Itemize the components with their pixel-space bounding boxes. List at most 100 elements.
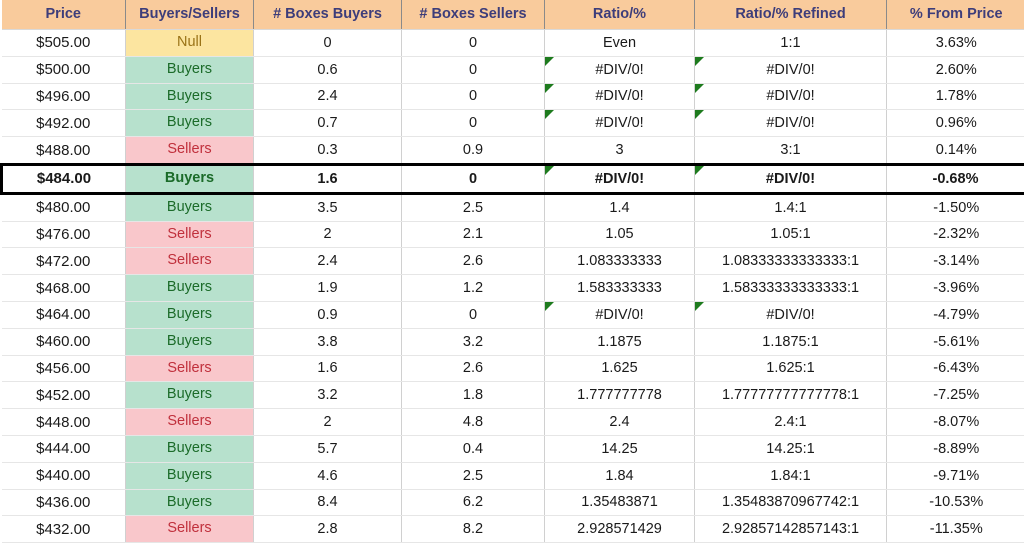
cell-percent-from-price[interactable]: -2.32% <box>887 221 1024 248</box>
cell-ratio-refined[interactable]: 3:1 <box>695 137 887 165</box>
table-row[interactable]: $436.00Buyers8.46.21.354838711.354838709… <box>2 489 1024 516</box>
column-header-ratio[interactable]: Ratio/% <box>545 0 695 30</box>
cell-percent-from-price[interactable]: -8.07% <box>887 409 1024 436</box>
cell-boxes-sellers[interactable]: 2.1 <box>402 221 545 248</box>
cell-price[interactable]: $500.00 <box>2 56 126 83</box>
cell-buyers-sellers[interactable]: Buyers <box>126 193 254 221</box>
cell-price[interactable]: $436.00 <box>2 489 126 516</box>
cell-price[interactable]: $456.00 <box>2 355 126 382</box>
cell-ratio[interactable]: 1.777777778 <box>545 382 695 409</box>
cell-boxes-buyers[interactable]: 2 <box>254 409 402 436</box>
cell-ratio[interactable]: Even <box>545 30 695 57</box>
cell-boxes-sellers[interactable]: 1.2 <box>402 275 545 302</box>
cell-ratio-refined[interactable]: 1.58333333333333:1 <box>695 275 887 302</box>
cell-ratio-refined[interactable]: 1.05:1 <box>695 221 887 248</box>
table-row[interactable]: $468.00Buyers1.91.21.5833333331.58333333… <box>2 275 1024 302</box>
cell-percent-from-price[interactable]: -5.61% <box>887 328 1024 355</box>
cell-buyers-sellers[interactable]: Buyers <box>126 301 254 328</box>
table-row[interactable]: $472.00Sellers2.42.61.0833333331.0833333… <box>2 248 1024 275</box>
cell-ratio-refined[interactable]: 1.1875:1 <box>695 328 887 355</box>
cell-buyers-sellers[interactable]: Buyers <box>126 462 254 489</box>
column-header-buyers-sellers[interactable]: Buyers/Sellers <box>126 0 254 30</box>
table-row[interactable]: $444.00Buyers5.70.414.2514.25:1-8.89% <box>2 435 1024 462</box>
cell-boxes-sellers[interactable]: 0 <box>402 30 545 57</box>
cell-percent-from-price[interactable]: -3.96% <box>887 275 1024 302</box>
cell-ratio[interactable]: 1.625 <box>545 355 695 382</box>
cell-price[interactable]: $468.00 <box>2 275 126 302</box>
cell-price[interactable]: $452.00 <box>2 382 126 409</box>
cell-ratio-refined[interactable]: #DIV/0! <box>695 83 887 110</box>
cell-ratio[interactable]: 1.083333333 <box>545 248 695 275</box>
cell-ratio[interactable]: #DIV/0! <box>545 56 695 83</box>
table-row[interactable]: $496.00Buyers2.40#DIV/0!#DIV/0!1.78% <box>2 83 1024 110</box>
column-header-boxes-sellers[interactable]: # Boxes Sellers <box>402 0 545 30</box>
cell-boxes-buyers[interactable]: 4.6 <box>254 462 402 489</box>
cell-boxes-sellers[interactable]: 0.9 <box>402 137 545 165</box>
cell-price[interactable]: $460.00 <box>2 328 126 355</box>
cell-price[interactable]: $488.00 <box>2 137 126 165</box>
cell-ratio-refined[interactable]: 1.77777777777778:1 <box>695 382 887 409</box>
cell-percent-from-price[interactable]: -3.14% <box>887 248 1024 275</box>
cell-ratio-refined[interactable]: #DIV/0! <box>695 110 887 137</box>
cell-boxes-buyers[interactable]: 3.2 <box>254 382 402 409</box>
cell-percent-from-price[interactable]: -6.43% <box>887 355 1024 382</box>
column-header-boxes-buyers[interactable]: # Boxes Buyers <box>254 0 402 30</box>
cell-price[interactable]: $505.00 <box>2 30 126 57</box>
cell-ratio-refined[interactable]: 1.625:1 <box>695 355 887 382</box>
cell-ratio[interactable]: 1.35483871 <box>545 489 695 516</box>
cell-ratio-refined[interactable]: #DIV/0! <box>695 164 887 193</box>
cell-buyers-sellers[interactable]: Buyers <box>126 328 254 355</box>
cell-buyers-sellers[interactable]: Sellers <box>126 221 254 248</box>
table-row[interactable]: $492.00Buyers0.70#DIV/0!#DIV/0!0.96% <box>2 110 1024 137</box>
cell-boxes-sellers[interactable]: 2.5 <box>402 193 545 221</box>
cell-boxes-sellers[interactable]: 2.6 <box>402 248 545 275</box>
cell-ratio[interactable]: 1.1875 <box>545 328 695 355</box>
cell-boxes-buyers[interactable]: 0 <box>254 30 402 57</box>
cell-percent-from-price[interactable]: 0.14% <box>887 137 1024 165</box>
cell-boxes-buyers[interactable]: 3.8 <box>254 328 402 355</box>
cell-boxes-buyers[interactable]: 0.6 <box>254 56 402 83</box>
cell-boxes-buyers[interactable]: 3.5 <box>254 193 402 221</box>
cell-boxes-buyers[interactable]: 2.4 <box>254 83 402 110</box>
table-row[interactable]: $440.00Buyers4.62.51.841.84:1-9.71% <box>2 462 1024 489</box>
cell-percent-from-price[interactable]: 1.78% <box>887 83 1024 110</box>
cell-ratio[interactable]: #DIV/0! <box>545 110 695 137</box>
cell-price[interactable]: $480.00 <box>2 193 126 221</box>
cell-boxes-buyers[interactable]: 0.7 <box>254 110 402 137</box>
cell-price[interactable]: $496.00 <box>2 83 126 110</box>
cell-percent-from-price[interactable]: -0.68% <box>887 164 1024 193</box>
cell-boxes-buyers[interactable]: 1.6 <box>254 355 402 382</box>
cell-percent-from-price[interactable]: 2.60% <box>887 56 1024 83</box>
cell-ratio[interactable]: 1.4 <box>545 193 695 221</box>
cell-buyers-sellers[interactable]: Sellers <box>126 355 254 382</box>
cell-ratio[interactable]: 1.84 <box>545 462 695 489</box>
cell-ratio-refined[interactable]: #DIV/0! <box>695 301 887 328</box>
cell-price[interactable]: $472.00 <box>2 248 126 275</box>
cell-ratio[interactable]: 1.583333333 <box>545 275 695 302</box>
cell-ratio-refined[interactable]: 14.25:1 <box>695 435 887 462</box>
cell-ratio-refined[interactable]: 1:1 <box>695 30 887 57</box>
column-header-percent-from-price[interactable]: % From Price <box>887 0 1024 30</box>
cell-boxes-sellers[interactable]: 0 <box>402 301 545 328</box>
cell-price[interactable]: $464.00 <box>2 301 126 328</box>
cell-price[interactable]: $448.00 <box>2 409 126 436</box>
cell-buyers-sellers[interactable]: Buyers <box>126 382 254 409</box>
table-row[interactable]: $448.00Sellers24.82.42.4:1-8.07% <box>2 409 1024 436</box>
cell-boxes-sellers[interactable]: 1.8 <box>402 382 545 409</box>
cell-price[interactable]: $484.00 <box>2 164 126 193</box>
cell-ratio-refined[interactable]: 1.35483870967742:1 <box>695 489 887 516</box>
column-header-ratio-refined[interactable]: Ratio/% Refined <box>695 0 887 30</box>
cell-buyers-sellers[interactable]: Sellers <box>126 248 254 275</box>
cell-boxes-buyers[interactable]: 8.4 <box>254 489 402 516</box>
cell-percent-from-price[interactable]: -9.71% <box>887 462 1024 489</box>
cell-boxes-sellers[interactable]: 0 <box>402 83 545 110</box>
cell-boxes-sellers[interactable]: 3.2 <box>402 328 545 355</box>
cell-price[interactable]: $476.00 <box>2 221 126 248</box>
cell-buyers-sellers[interactable]: Sellers <box>126 409 254 436</box>
cell-ratio[interactable]: 3 <box>545 137 695 165</box>
cell-boxes-buyers[interactable]: 1.6 <box>254 164 402 193</box>
cell-percent-from-price[interactable]: -1.50% <box>887 193 1024 221</box>
cell-percent-from-price[interactable]: 0.96% <box>887 110 1024 137</box>
cell-ratio[interactable]: #DIV/0! <box>545 164 695 193</box>
table-row[interactable]: $456.00Sellers1.62.61.6251.625:1-6.43% <box>2 355 1024 382</box>
